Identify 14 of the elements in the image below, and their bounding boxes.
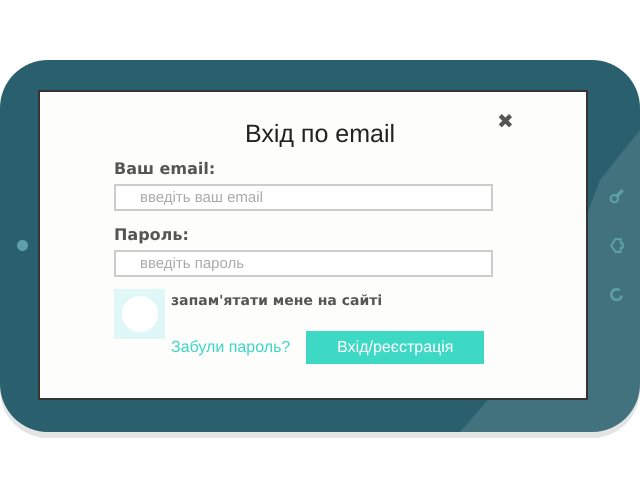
- login-button[interactable]: Вхід/реєстрація: [306, 331, 484, 364]
- key-icon: [608, 188, 624, 204]
- refresh-icon: [608, 286, 624, 302]
- input-field[interactable]: введіть пароль: [114, 250, 493, 277]
- close-button[interactable]: ✖: [497, 112, 514, 132]
- dialog-title: Вхід по email: [244, 120, 396, 149]
- field-label: Пароль:: [114, 225, 190, 244]
- input-field[interactable]: введіть ваш email: [114, 184, 493, 211]
- puzzle-icon: [608, 236, 624, 254]
- camera-dot-icon: [16, 240, 28, 250]
- field-label: Ваш email:: [114, 159, 216, 178]
- forgot-password-link[interactable]: Забули пароль?: [171, 338, 290, 356]
- remember-label: запам'ятати мене на сайті: [171, 292, 384, 309]
- remember-checkbox[interactable]: [114, 289, 165, 339]
